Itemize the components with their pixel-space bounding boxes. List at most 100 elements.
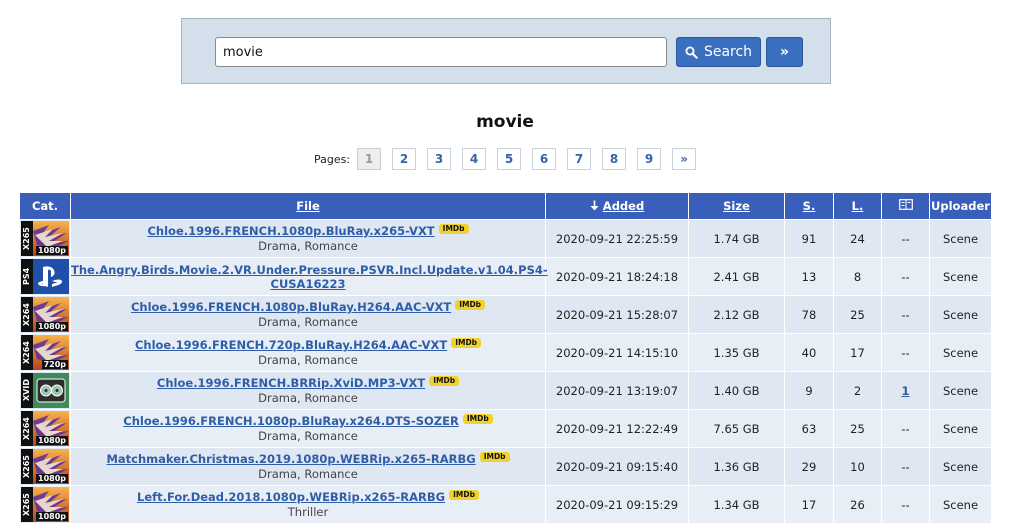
genre-text: Thriller: [287, 505, 329, 519]
category-cell: X264 1080p: [19, 295, 71, 334]
uploader-cell: Scene: [929, 219, 992, 258]
comments-cell: --: [881, 447, 930, 486]
comments-cell: --: [881, 257, 930, 296]
page-link-8[interactable]: 8: [602, 148, 627, 170]
page-link-6[interactable]: 6: [532, 148, 557, 170]
category-cell: X264 720p: [19, 333, 71, 372]
page-link-4[interactable]: 4: [462, 148, 487, 170]
resolution-badge: 1080p: [36, 322, 68, 331]
category-icon[interactable]: XVID: [21, 373, 69, 408]
category-icon[interactable]: X264 1080p: [21, 411, 69, 446]
resolution-badge: 1080p: [36, 512, 68, 521]
genre-text: Drama, Romance: [258, 429, 358, 443]
column-header-seeders[interactable]: S.: [784, 192, 834, 220]
imdb-badge[interactable]: IMDb: [429, 376, 460, 386]
category-icon[interactable]: X264 720p: [21, 335, 69, 370]
category-cell: X264 1080p: [19, 409, 71, 448]
file-cell: Chloe.1996.FRENCH.BRRip.XviD.MP3-VXT IMDb…: [70, 371, 546, 410]
torrent-title-link[interactable]: The.Angry.Birds.Movie.2.VR.Under.Pressur…: [71, 263, 548, 291]
category-label: XVID: [21, 373, 33, 408]
table-row: XVID Chloe.1996.FRENCH.BRRip.XviD.MP3-VXT…: [19, 371, 992, 410]
column-header-seeders-label: S.: [802, 199, 816, 213]
imdb-badge[interactable]: IMDb: [451, 338, 482, 348]
seeders-cell: 78: [784, 295, 834, 334]
search-panel: Search »: [181, 18, 831, 84]
column-header-leechers[interactable]: L.: [833, 192, 882, 220]
page-link-7[interactable]: 7: [567, 148, 592, 170]
category-icon[interactable]: X265 1080p: [21, 221, 69, 256]
category-icon[interactable]: PS4: [21, 259, 69, 294]
imdb-badge[interactable]: IMDb: [455, 300, 486, 310]
file-cell: Chloe.1996.FRENCH.720p.BluRay.H264.AAC-V…: [70, 333, 546, 372]
category-icon[interactable]: X265 1080p: [21, 449, 69, 484]
file-cell: Matchmaker.Christmas.2019.1080p.WEBRip.x…: [70, 447, 546, 486]
more-options-button[interactable]: »: [766, 37, 803, 67]
column-header-size[interactable]: Size: [688, 192, 785, 220]
seeders-cell: 40: [784, 333, 834, 372]
search-button[interactable]: Search: [676, 37, 761, 67]
uploader-cell: Scene: [929, 371, 992, 410]
file-cell: Left.For.Dead.2018.1080p.WEBRip.x265-RAR…: [70, 485, 546, 524]
column-header-comments[interactable]: [881, 192, 930, 220]
pagination-label: Pages:: [314, 152, 351, 166]
imdb-badge[interactable]: IMDb: [449, 490, 479, 500]
column-header-added-label: Added: [602, 199, 645, 213]
search-input[interactable]: [215, 37, 667, 67]
search-icon: [685, 46, 698, 59]
torrent-title-link[interactable]: Chloe.1996.FRENCH.BRRip.XviD.MP3-VXT: [157, 376, 425, 390]
added-date-cell: 2020-09-21 09:15:40: [545, 447, 689, 486]
torrent-title-link[interactable]: Chloe.1996.FRENCH.1080p.BluRay.H264.AAC-…: [131, 300, 451, 314]
category-cell: PS4: [19, 257, 71, 296]
table-row: X264 1080p Chloe.1996.FRENCH.1080p.BluRay.…: [19, 409, 992, 448]
torrent-title-link[interactable]: Chloe.1996.FRENCH.1080p.BluRay.x265-VXT: [147, 224, 434, 238]
comments-count: --: [901, 231, 910, 246]
imdb-badge[interactable]: IMDb: [462, 414, 493, 424]
added-date-cell: 2020-09-21 15:28:07: [545, 295, 689, 334]
leechers-cell: 17: [833, 333, 882, 372]
file-cell: Chloe.1996.FRENCH.1080p.BluRay.x265-VXT I…: [70, 219, 546, 258]
page-next-button[interactable]: »: [672, 148, 697, 170]
size-cell: 1.36 GB: [688, 447, 785, 486]
sort-down-arrow-icon: [590, 200, 599, 211]
category-label: X265: [21, 487, 33, 522]
category-label: PS4: [21, 259, 33, 294]
table-row: X265 1080p Chloe.1996.FRENCH.1080p.BluRay.…: [19, 219, 992, 258]
size-cell: 2.41 GB: [688, 257, 785, 296]
results-table: Cat. File Added Size S. L. Uploader X265…: [19, 192, 992, 524]
page-link-9[interactable]: 9: [637, 148, 662, 170]
column-header-uploader: Uploader: [929, 192, 992, 220]
torrent-title-link[interactable]: Left.For.Dead.2018.1080p.WEBRip.x265-RAR…: [137, 490, 445, 504]
comments-cell: --: [881, 409, 930, 448]
category-icon[interactable]: X265 1080p: [21, 487, 69, 522]
imdb-badge[interactable]: IMDb: [479, 452, 510, 462]
added-date-cell: 2020-09-21 13:19:07: [545, 371, 689, 410]
comments-cell: 1: [881, 371, 930, 410]
leechers-cell: 10: [833, 447, 882, 486]
genre-text: Drama, Romance: [258, 467, 358, 481]
uploader-cell: Scene: [929, 295, 992, 334]
table-row: X265 1080p Matchmaker.Christmas.2019.1080p…: [19, 447, 992, 486]
page-link-5[interactable]: 5: [497, 148, 522, 170]
table-row: X265 1080p Left.For.Dead.2018.1080p.WEBRip…: [19, 485, 992, 524]
size-cell: 1.35 GB: [688, 333, 785, 372]
page-link-2[interactable]: 2: [392, 148, 417, 170]
torrent-title-link[interactable]: Chloe.1996.FRENCH.720p.BluRay.H264.AAC-V…: [135, 338, 447, 352]
torrent-title-link[interactable]: Chloe.1996.FRENCH.1080p.BluRay.x264.DTS-…: [123, 414, 459, 428]
search-button-label: Search: [703, 44, 753, 60]
comments-count[interactable]: 1: [901, 384, 909, 398]
size-cell: 1.34 GB: [688, 485, 785, 524]
column-header-file[interactable]: File: [70, 192, 546, 220]
comments-count: --: [901, 497, 910, 512]
category-cell: X265 1080p: [19, 485, 71, 524]
imdb-badge[interactable]: IMDb: [438, 224, 469, 234]
seeders-cell: 91: [784, 219, 834, 258]
seeders-cell: 13: [784, 257, 834, 296]
category-label: X264: [21, 411, 33, 446]
resolution-badge: 1080p: [36, 436, 68, 445]
comments-cell: --: [881, 295, 930, 334]
torrent-title-link[interactable]: Matchmaker.Christmas.2019.1080p.WEBRip.x…: [106, 452, 475, 466]
page-link-3[interactable]: 3: [427, 148, 452, 170]
column-header-added[interactable]: Added: [545, 192, 689, 220]
leechers-cell: 26: [833, 485, 882, 524]
category-icon[interactable]: X264 1080p: [21, 297, 69, 332]
